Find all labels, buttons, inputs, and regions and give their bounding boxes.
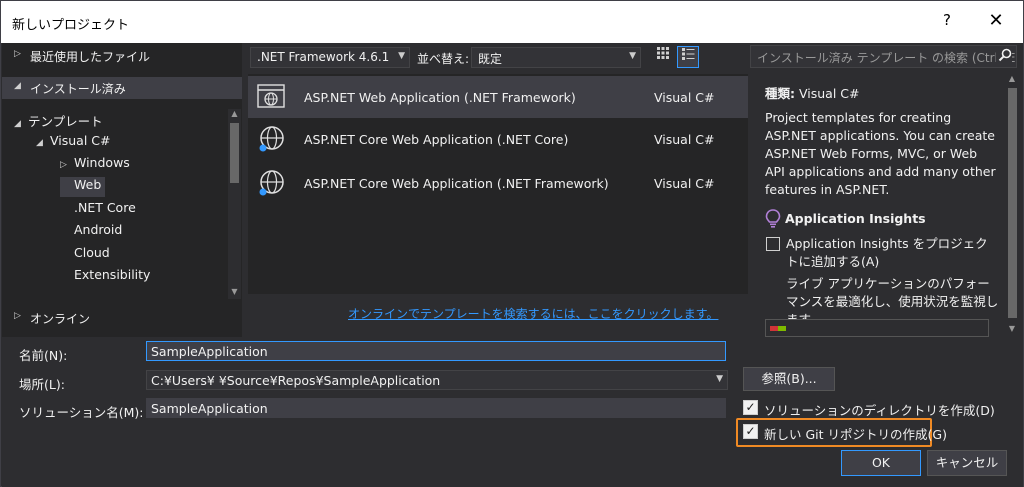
tree-node-web[interactable]: Web [60, 177, 106, 197]
template-language: Visual C# [654, 132, 715, 147]
scroll-up-icon[interactable]: ▲ [1005, 74, 1019, 86]
template-description: Project templates for creating ASP.NET a… [765, 110, 996, 197]
search-placeholder: インストール済み テンプレート の検索 (Ctrl+E [757, 51, 1016, 65]
scroll-down-icon[interactable]: ▼ [228, 287, 241, 299]
tree-node-net-core[interactable]: .NET Core [60, 200, 136, 220]
tree-node-templates[interactable]: ◢ テンプレート [14, 111, 103, 131]
type-label: 種類: [765, 86, 795, 101]
expand-arrow-icon: ▷ [14, 311, 21, 321]
lightbulb-icon [765, 209, 781, 228]
project-name-input[interactable]: SampleApplication [146, 341, 726, 361]
create-git-checkbox[interactable]: ✓ [743, 424, 758, 439]
template-row[interactable]: ASP.NET Core Web Application (.NET Core)… [248, 118, 748, 160]
tree-node-extensibility[interactable]: Extensibility [60, 267, 150, 287]
category-panel: ▷ 最近使用したファイル ◢ インストール済み ◢ テンプレート ◢ Visual … [2, 43, 242, 337]
tree-node-label: Android [74, 222, 123, 237]
chevron-down-icon[interactable]: ▼ [716, 374, 723, 384]
create-git-label: 新しい Git リポジトリの作成(G) [764, 427, 947, 442]
location-input[interactable]: C:¥Users¥ ¥Source¥Repos¥SampleApplicatio… [146, 370, 728, 390]
online-search-link[interactable]: オンラインでテンプレートを検索するには、ここをクリックします。 [348, 305, 718, 322]
template-search-input[interactable]: インストール済み テンプレート の検索 (Ctrl+E [750, 45, 1017, 68]
tree-scrollbar[interactable]: ▲ ▼ [228, 109, 241, 299]
preview-bar-red [770, 326, 778, 331]
details-scrollbar[interactable]: ▲ ▼ [1005, 74, 1019, 336]
ok-button[interactable]: OK [841, 450, 921, 476]
template-tree: ◢ テンプレート ◢ Visual C# ▷ Windows Web .NET Cor… [2, 109, 227, 299]
insights-preview [765, 319, 989, 337]
sort-label: 並べ替え: [417, 52, 470, 66]
location-label: 場所(L): [19, 377, 65, 392]
tree-node-label: Visual C# [50, 133, 111, 148]
name-value: SampleApplication [151, 344, 268, 359]
sort-select[interactable]: 既定 ▼ [471, 47, 641, 68]
window-title: 新しいプロジェクト [12, 18, 130, 33]
expand-arrow-icon: ▷ [14, 49, 21, 59]
tree-node-label: .NET Core [74, 200, 136, 215]
tree-node-label: Cloud [74, 245, 110, 260]
type-value: Visual C# [798, 86, 860, 101]
installed-section[interactable]: ◢ インストール済み [2, 77, 242, 99]
name-label: 名前(N): [19, 348, 68, 363]
expand-arrow-icon: ▷ [60, 160, 67, 170]
browse-button[interactable]: 参照(B)... [743, 367, 835, 391]
details-panel: 種類: Visual C# Project templates for crea… [756, 74, 1000, 337]
collapse-arrow-icon: ◢ [14, 81, 21, 91]
online-label: オンライン [30, 312, 91, 326]
tree-node-label: テンプレート [28, 114, 103, 129]
location-value: C:¥Users¥ ¥Source¥Repos¥SampleApplicatio… [151, 373, 441, 388]
new-project-dialog: 新しいプロジェクト ? ✕ ▷ 最近使用したファイル ◢ インストール済み ◢ テ… [0, 0, 1024, 487]
web-app-icon [257, 84, 285, 108]
insights-checkbox[interactable] [766, 237, 780, 251]
cancel-button[interactable]: キャンセル [927, 450, 1007, 476]
help-button[interactable]: ? [937, 11, 957, 31]
installed-label: インストール済み [30, 82, 126, 96]
insights-checkbox-label[interactable]: Application Insights をプロジェクトに追加する(A) [786, 235, 1000, 271]
collapse-arrow-icon: ◢ [36, 138, 43, 148]
sort-value: 既定 [478, 52, 503, 66]
template-row[interactable]: ASP.NET Web Application (.NET Framework)… [248, 76, 748, 118]
template-name: ASP.NET Core Web Application (.NET Core) [304, 132, 569, 147]
create-directory-label: ソリューションのディレクトリを作成(D) [764, 403, 995, 418]
template-name: ASP.NET Core Web Application (.NET Frame… [304, 176, 609, 191]
recent-section[interactable]: ▷ 最近使用したファイル [2, 45, 242, 67]
framework-select[interactable]: .NET Framework 4.6.1 ▼ [250, 47, 410, 68]
scroll-thumb[interactable] [230, 123, 239, 183]
collapse-arrow-icon: ◢ [14, 119, 21, 129]
core-web-app-icon [259, 126, 284, 152]
recent-label: 最近使用したファイル [30, 50, 151, 64]
close-button[interactable]: ✕ [985, 10, 1007, 32]
solution-value: SampleApplication [151, 401, 268, 416]
chevron-down-icon: ▼ [398, 51, 405, 61]
project-form: 名前(N): SampleApplication 場所(L): C:¥Users… [2, 337, 1023, 487]
list-view-icon[interactable] [677, 46, 699, 68]
tree-node-windows[interactable]: ▷ Windows [60, 155, 130, 175]
preview-bar-green [778, 326, 786, 331]
tree-node-visual-csharp[interactable]: ◢ Visual C# [36, 133, 111, 153]
scroll-down-icon[interactable]: ▼ [1005, 324, 1019, 336]
tree-node-android[interactable]: Android [60, 222, 122, 242]
grid-view-icon[interactable] [652, 46, 674, 68]
core-web-app-icon [259, 170, 284, 196]
solution-name-input[interactable]: SampleApplication [146, 398, 726, 418]
tree-node-label: Web [74, 177, 102, 192]
chevron-down-icon: ▼ [629, 51, 636, 61]
title-bar: 新しいプロジェクト ? ✕ [1, 1, 1023, 43]
framework-value: .NET Framework 4.6.1 [257, 50, 390, 64]
search-icon[interactable] [996, 48, 1012, 66]
template-language: Visual C# [654, 90, 715, 105]
insights-title: Application Insights [785, 211, 926, 226]
template-type: 種類: Visual C# [765, 83, 859, 102]
tree-node-cloud[interactable]: Cloud [60, 245, 110, 265]
scroll-thumb[interactable] [1008, 88, 1017, 318]
online-section[interactable]: ▷ オンライン [2, 307, 242, 329]
create-directory-checkbox[interactable]: ✓ [743, 400, 758, 415]
tree-node-label: Extensibility [74, 267, 151, 282]
template-row[interactable]: ASP.NET Core Web Application (.NET Frame… [248, 162, 748, 204]
template-list: ASP.NET Web Application (.NET Framework)… [248, 74, 748, 294]
template-language: Visual C# [654, 176, 715, 191]
template-name: ASP.NET Web Application (.NET Framework) [304, 90, 576, 105]
solution-name-label: ソリューション名(M): [19, 405, 144, 420]
tree-node-label: Windows [74, 155, 130, 170]
scroll-up-icon[interactable]: ▲ [228, 109, 241, 121]
